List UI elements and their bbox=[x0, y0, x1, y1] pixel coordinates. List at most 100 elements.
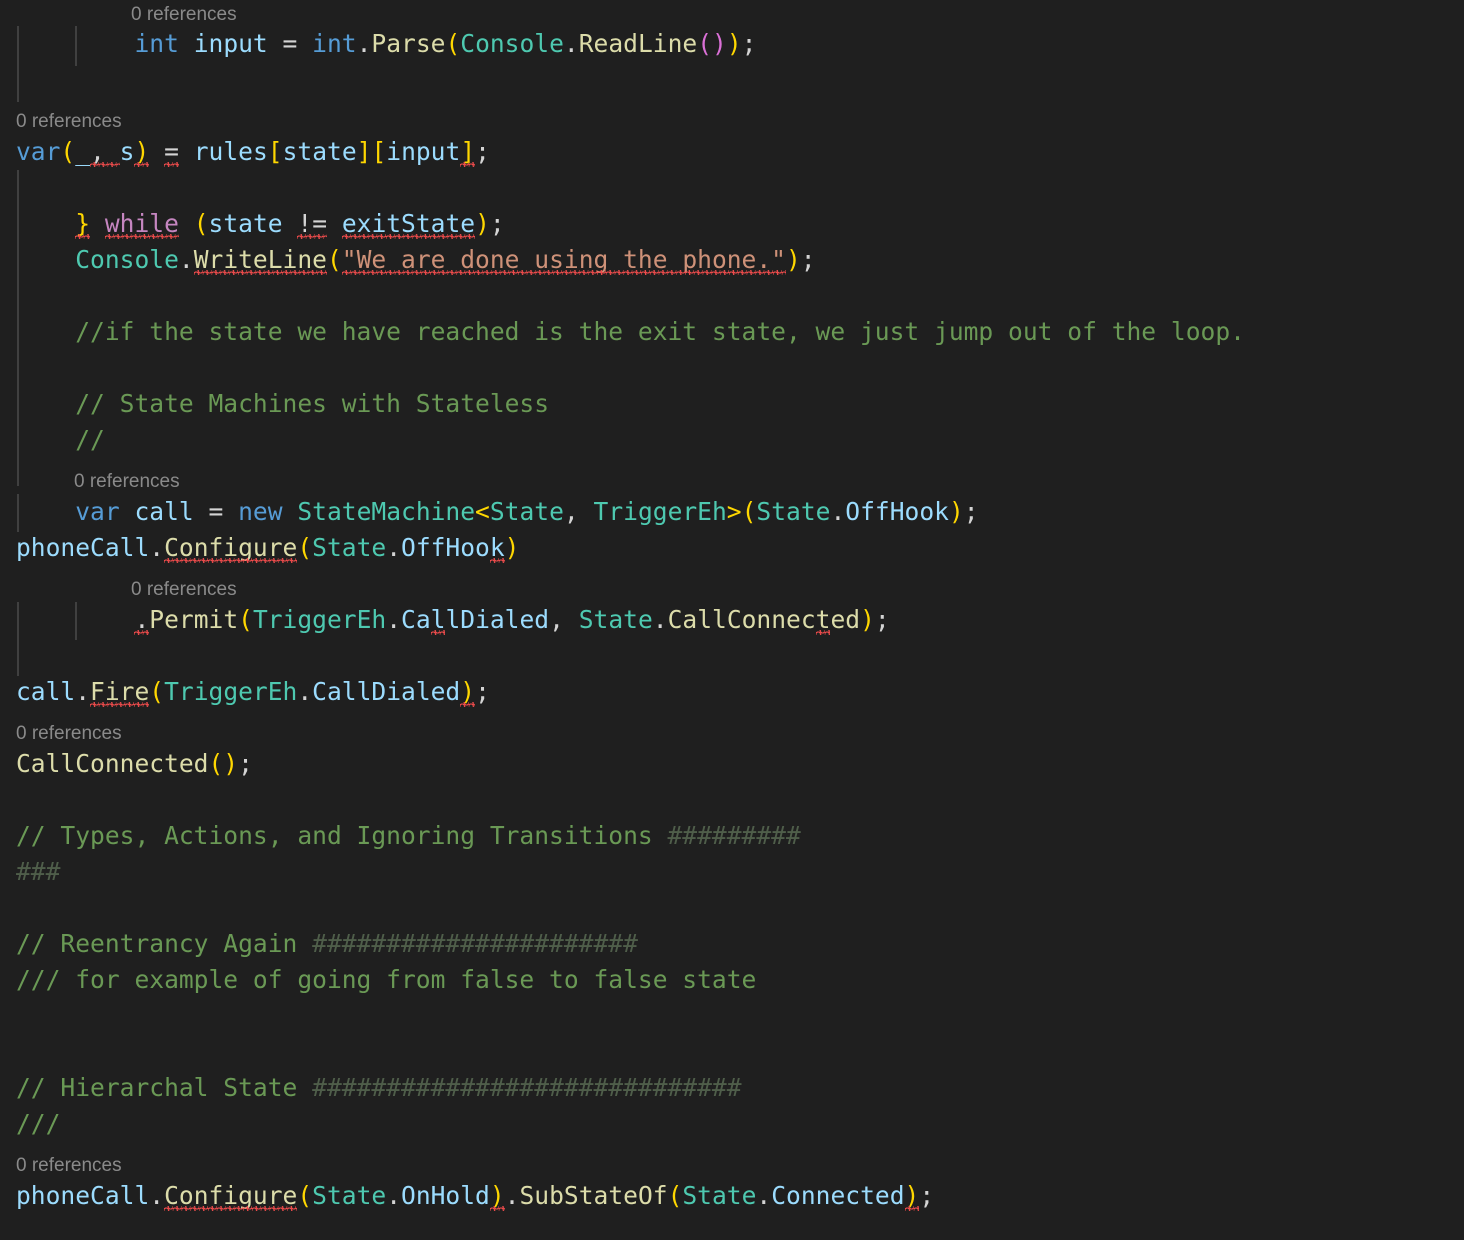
code-token: input bbox=[386, 137, 461, 166]
code-token: ; bbox=[741, 29, 757, 58]
code-line[interactable]: CallConnected(); bbox=[16, 746, 253, 782]
code-line[interactable]: } while (state != exitState); bbox=[16, 206, 504, 242]
code-token: = bbox=[267, 29, 313, 58]
code-token: ######### bbox=[667, 821, 801, 850]
code-token: input bbox=[193, 29, 268, 58]
code-token: Console bbox=[460, 29, 564, 58]
code-line[interactable]: call.Fire(TriggerEh.CallDialed); bbox=[16, 674, 490, 710]
code-line[interactable]: /// bbox=[16, 1106, 60, 1142]
code-token: ; bbox=[238, 749, 253, 778]
code-token: . bbox=[386, 605, 402, 634]
code-token: /// for example of going from false to f… bbox=[16, 965, 757, 994]
code-token: SubStateOf bbox=[519, 1181, 668, 1210]
code-token: call bbox=[16, 677, 76, 706]
code-token: phoneCall bbox=[16, 533, 150, 562]
code-token: , bbox=[549, 605, 579, 634]
code-token: ; bbox=[475, 137, 490, 166]
error-squiggle-token: k bbox=[489, 533, 505, 562]
code-line[interactable]: Console.WriteLine("We are done using the… bbox=[16, 242, 816, 278]
code-token: ) bbox=[948, 497, 964, 526]
codelens-references[interactable]: 0 references bbox=[74, 467, 180, 497]
code-token: int bbox=[312, 29, 357, 58]
code-token: ) bbox=[475, 209, 490, 238]
code-line[interactable]: int input = int.Parse(Console.ReadLine()… bbox=[16, 26, 756, 62]
code-token: Ca bbox=[401, 605, 431, 634]
code-line[interactable]: //if the state we have reached is the ex… bbox=[16, 314, 1245, 350]
code-line[interactable]: ### bbox=[16, 854, 60, 890]
code-token: () bbox=[208, 749, 239, 778]
error-squiggle-token: ] bbox=[460, 137, 476, 166]
code-token: new bbox=[238, 497, 283, 526]
codelens-references[interactable]: 0 references bbox=[16, 1151, 122, 1181]
code-token: ( bbox=[238, 605, 253, 634]
code-token: State bbox=[312, 533, 387, 562]
code-token: . bbox=[297, 677, 313, 706]
code-editor-surface[interactable]: 0 references 0 references 0 references 0 re… bbox=[0, 0, 1464, 1240]
code-token: ( bbox=[297, 1181, 313, 1210]
code-token: ; bbox=[800, 245, 816, 274]
code-token: ; bbox=[475, 677, 490, 706]
code-line[interactable]: /// for example of going from false to f… bbox=[16, 962, 756, 998]
error-squiggle-token: l bbox=[430, 605, 446, 634]
code-token: State bbox=[312, 1181, 387, 1210]
code-token: // Reentrancy Again bbox=[16, 929, 313, 958]
error-squiggle-token: ) bbox=[489, 1181, 505, 1210]
code-line[interactable]: .Permit(TriggerEh.CallDialed, State.Call… bbox=[16, 602, 889, 638]
code-token: . bbox=[75, 677, 91, 706]
code-line[interactable]: phoneCall.Configure(State.OffHook) bbox=[16, 530, 519, 566]
codelens-references[interactable]: 0 references bbox=[16, 107, 122, 137]
code-line[interactable]: var call = new StateMachine<State, Trigg… bbox=[16, 494, 978, 530]
code-token: // Hierarchal State bbox=[16, 1073, 313, 1102]
codelens-references[interactable]: 0 references bbox=[131, 575, 237, 605]
code-token: s bbox=[119, 137, 135, 166]
error-squiggle-token: } bbox=[75, 209, 91, 238]
code-token: . bbox=[386, 1181, 402, 1210]
code-line[interactable]: // Reentrancy Again ####################… bbox=[16, 926, 638, 962]
code-token: ReadLine bbox=[578, 29, 698, 58]
error-squiggle-token: ) bbox=[134, 137, 150, 166]
code-token: . bbox=[504, 1181, 520, 1210]
code-token: . bbox=[178, 245, 194, 274]
code-line[interactable]: // Hierarchal State ####################… bbox=[16, 1070, 742, 1106]
code-token: ( bbox=[326, 245, 342, 274]
code-token: Parse bbox=[371, 29, 446, 58]
code-token: . bbox=[830, 497, 846, 526]
code-token: . bbox=[652, 605, 668, 634]
code-line[interactable]: // State Machines with Stateless bbox=[16, 386, 549, 422]
code-token: ( bbox=[149, 677, 165, 706]
code-token: . bbox=[386, 533, 402, 562]
code-token: = bbox=[193, 497, 239, 526]
code-token: ) bbox=[504, 533, 520, 562]
code-token: OffHoo bbox=[401, 533, 490, 562]
code-token: . bbox=[149, 533, 165, 562]
codelens-references[interactable]: 0 references bbox=[16, 719, 122, 749]
code-token: OffHook bbox=[845, 497, 949, 526]
error-squiggle-token: exitState bbox=[341, 209, 476, 238]
code-token: [ bbox=[267, 137, 283, 166]
code-token: TriggerEh bbox=[164, 677, 298, 706]
code-token: ( bbox=[60, 137, 76, 166]
code-token: ) bbox=[860, 605, 875, 634]
code-line[interactable]: phoneCall.Configure(State.OnHold).SubSta… bbox=[16, 1178, 934, 1214]
code-token: State bbox=[756, 497, 831, 526]
code-line[interactable]: // Types, Actions, and Ignoring Transiti… bbox=[16, 818, 801, 854]
code-token: State bbox=[578, 605, 653, 634]
code-token: Console bbox=[75, 245, 179, 274]
code-token: var bbox=[16, 137, 61, 166]
code-line[interactable]: // bbox=[16, 422, 105, 458]
code-token: CallDialed bbox=[312, 677, 461, 706]
error-squiggle-token: Configure bbox=[164, 1181, 298, 1210]
code-token: ( bbox=[667, 1181, 683, 1210]
code-line[interactable]: var(_, s) = rules[state][input]; bbox=[16, 134, 490, 170]
error-squiggle-token: , bbox=[90, 137, 120, 166]
code-token: State bbox=[489, 497, 564, 526]
